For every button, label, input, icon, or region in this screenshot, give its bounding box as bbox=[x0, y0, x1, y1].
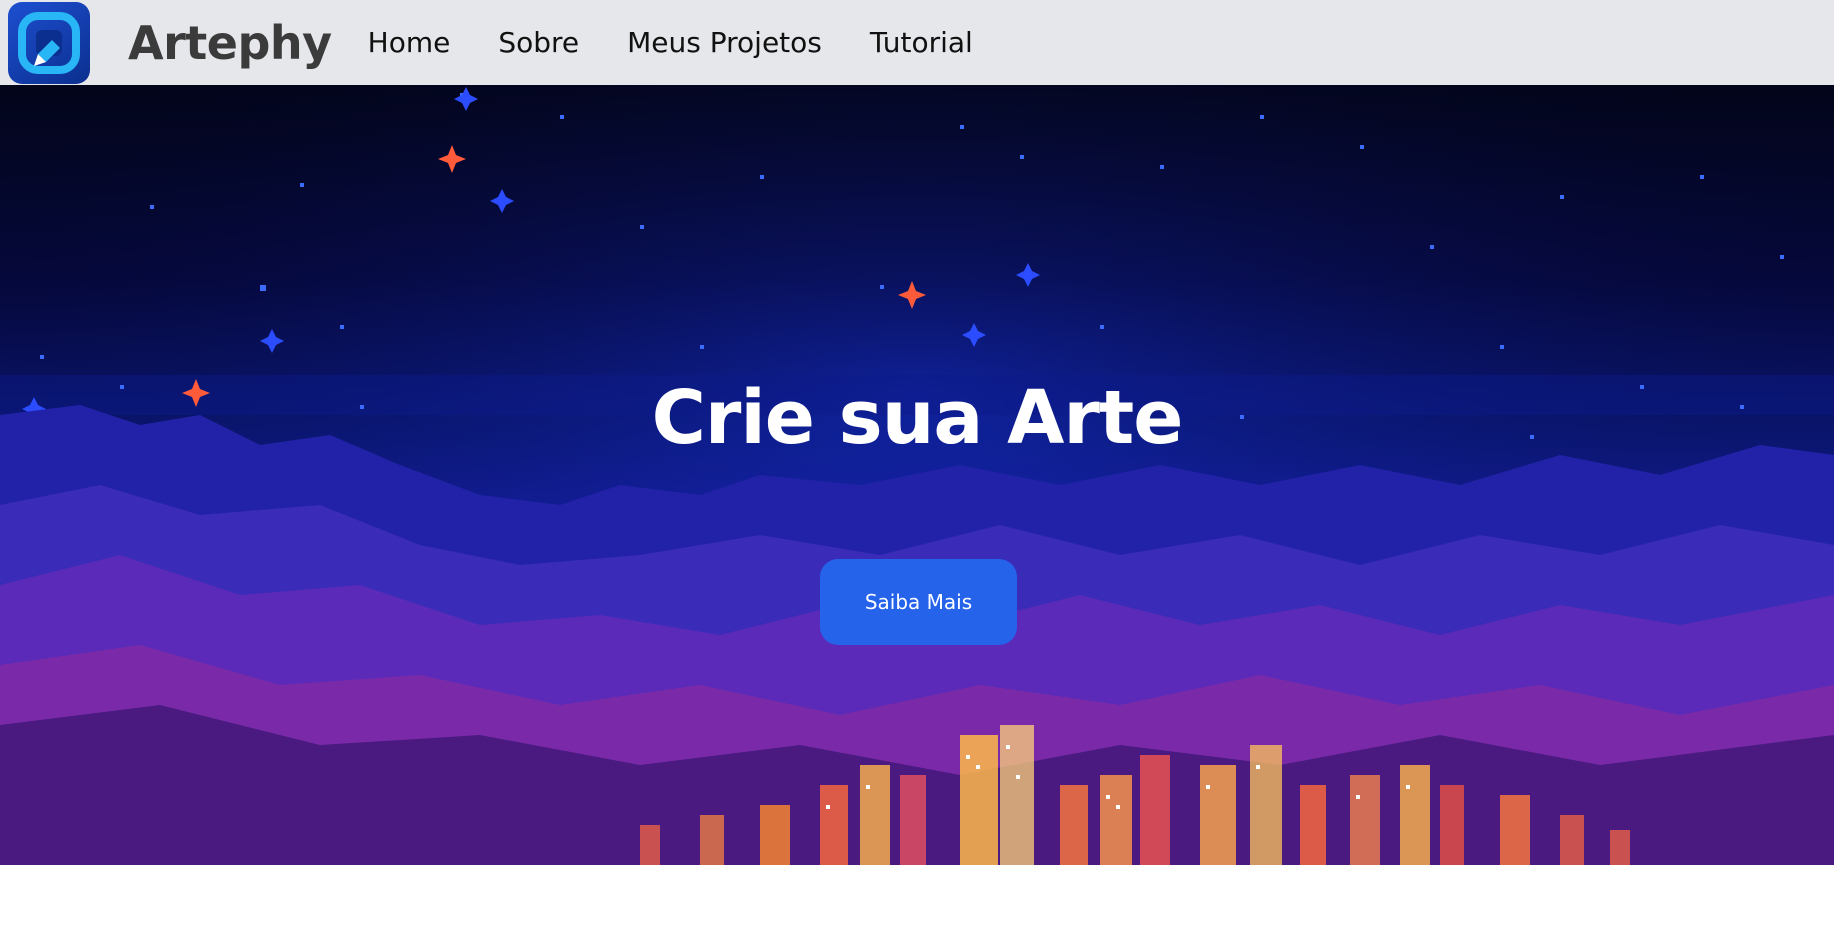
top-navbar: Artephy Home Sobre Meus Projetos Tutoria… bbox=[0, 0, 1834, 85]
hero-section: Crie sua Arte Saiba Mais bbox=[0, 85, 1834, 865]
pixel-night-city-background bbox=[0, 85, 1834, 865]
saiba-mais-button[interactable]: Saiba Mais bbox=[820, 559, 1017, 645]
nav-meus-projetos-link[interactable]: Meus Projetos bbox=[627, 26, 822, 59]
content-panel bbox=[0, 865, 1834, 925]
artephy-logo-icon[interactable] bbox=[8, 1, 90, 84]
hero-title: Crie sua Arte bbox=[651, 374, 1184, 461]
nav-tutorial-link[interactable]: Tutorial bbox=[870, 26, 973, 59]
main-nav: Home Sobre Meus Projetos Tutorial bbox=[368, 26, 1021, 59]
nav-sobre-link[interactable]: Sobre bbox=[498, 26, 579, 59]
brand-name[interactable]: Artephy bbox=[128, 16, 332, 70]
nav-home-link[interactable]: Home bbox=[368, 26, 451, 59]
logo-mark-icon bbox=[18, 11, 80, 74]
